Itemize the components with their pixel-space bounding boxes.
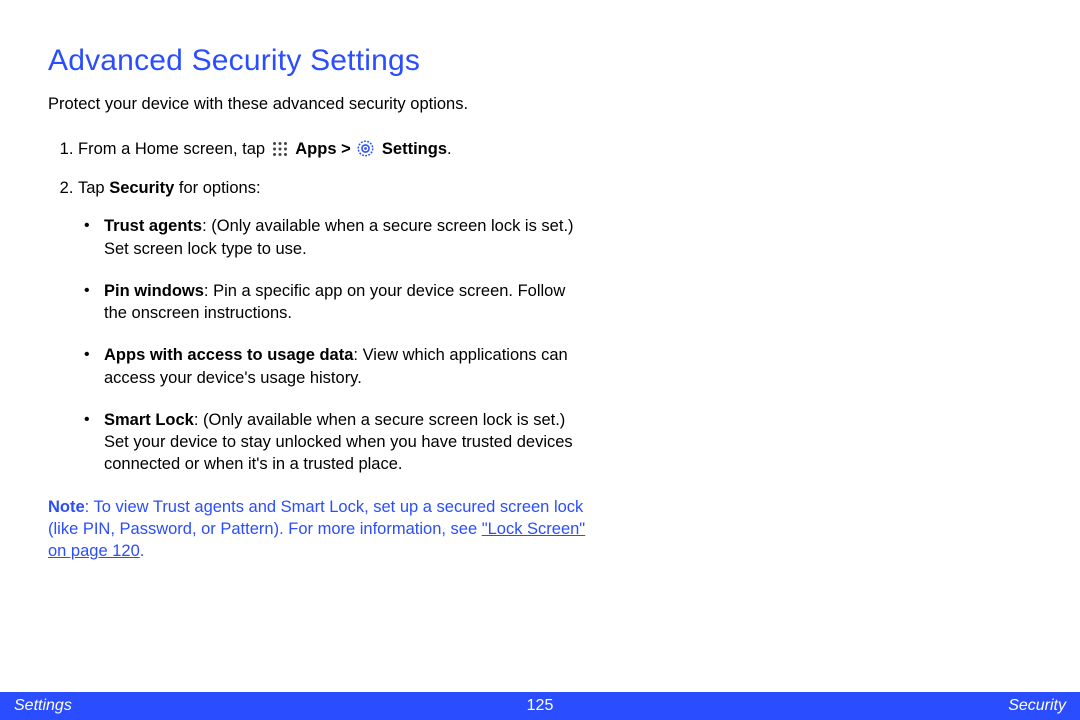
step-1: From a Home screen, tap Apps > <box>78 138 588 163</box>
option-heading: Smart Lock <box>104 411 194 429</box>
list-item: Apps with access to usage data: View whi… <box>102 344 588 389</box>
options-list: Trust agents: (Only available when a sec… <box>78 215 588 475</box>
step-2-suffix: for options: <box>174 179 260 197</box>
list-item: Pin windows: Pin a specific app on your … <box>102 280 588 325</box>
settings-label: Settings <box>382 140 447 158</box>
option-heading: Apps with access to usage data <box>104 346 353 364</box>
list-item: Trust agents: (Only available when a sec… <box>102 215 588 260</box>
list-item: Smart Lock: (Only available when a secur… <box>102 409 588 476</box>
step-2: Tap Security for options: Trust agents: … <box>78 177 588 476</box>
page-title: Advanced Security Settings <box>48 44 1032 78</box>
steps-list: From a Home screen, tap Apps > <box>48 138 588 476</box>
step-1-suffix: . <box>447 140 452 158</box>
page-footer: Settings 125 Security <box>0 692 1080 720</box>
step-2-bold: Security <box>109 179 174 197</box>
apps-label: Apps <box>295 140 336 158</box>
step-2-prefix: Tap <box>78 179 109 197</box>
option-heading: Pin windows <box>104 282 204 300</box>
note-label: Note <box>48 498 85 516</box>
note-tail: . <box>140 542 145 560</box>
step-1-prefix: From a Home screen, tap <box>78 140 270 158</box>
step-1-sep: > <box>341 140 355 158</box>
option-heading: Trust agents <box>104 217 202 235</box>
note-paragraph: Note: To view Trust agents and Smart Loc… <box>48 496 588 563</box>
document-page: Advanced Security Settings Protect your … <box>0 0 1080 720</box>
intro-paragraph: Protect your device with these advanced … <box>48 94 568 116</box>
footer-page-number: 125 <box>0 697 1080 715</box>
apps-grid-icon <box>272 141 288 163</box>
settings-gear-icon <box>357 140 374 163</box>
